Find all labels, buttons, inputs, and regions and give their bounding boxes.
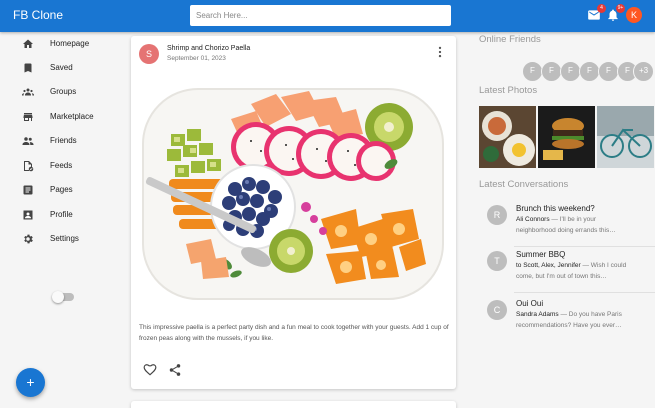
notifications-badge: 9+ xyxy=(616,4,625,13)
post-image xyxy=(131,79,456,309)
article-icon xyxy=(23,185,33,195)
latest-photo[interactable] xyxy=(597,106,654,168)
add-post-button[interactable]: + xyxy=(16,368,45,397)
feed-icon xyxy=(24,161,34,172)
photo-food xyxy=(479,106,536,168)
sidebar-item-profile[interactable]: Profile xyxy=(0,205,128,225)
conversation-item[interactable]: R Brunch this weekend? Ali Connors — I'l… xyxy=(479,202,655,247)
sidebar-item-homepage[interactable]: Homepage xyxy=(0,34,128,54)
photo-burger xyxy=(538,106,595,168)
online-friend-avatar[interactable]: F xyxy=(560,61,581,82)
online-friend-avatar[interactable]: F xyxy=(522,61,543,82)
sidebar-item-saved[interactable]: Saved xyxy=(0,58,128,78)
latest-photo[interactable] xyxy=(538,106,595,168)
online-friend-avatar[interactable]: F xyxy=(579,61,600,82)
online-friend-avatar[interactable]: F xyxy=(541,61,562,82)
sidebar-item-label: Profile xyxy=(50,210,73,219)
sidebar-item-label: Pages xyxy=(50,185,73,194)
mail-badge: 4 xyxy=(597,4,606,13)
sidebar-item-pages[interactable]: Pages xyxy=(0,180,128,200)
post-body: This impressive paella is a perfect part… xyxy=(139,324,449,342)
heart-outline-icon[interactable] xyxy=(143,363,157,377)
people-icon xyxy=(22,137,34,145)
online-friend-avatar[interactable]: F xyxy=(598,61,619,82)
more-vert-icon[interactable] xyxy=(433,45,447,59)
bookmark-icon xyxy=(24,63,32,73)
toggle-knob xyxy=(52,291,64,303)
online-friends-title: Online Friends xyxy=(479,34,541,45)
conversation-preview: Ali Connors — I'll be in your neighborho… xyxy=(516,215,636,236)
conversation-subject: Brunch this weekend? xyxy=(516,204,595,213)
conversation-item[interactable]: C Oui Oui Sandra Adams — Do you have Par… xyxy=(479,297,655,342)
app-bar: FB Clone 4 9+ K xyxy=(0,0,655,32)
store-icon xyxy=(23,113,33,121)
conversation-sender: to Scott, Alex, Jennifer xyxy=(516,262,581,269)
conversation-preview: to Scott, Alex, Jennifer — Wish I could … xyxy=(516,261,636,282)
sidebar-item-groups[interactable]: Groups xyxy=(0,82,128,102)
conversation-item[interactable]: T Summer BBQ to Scott, Alex, Jennifer — … xyxy=(479,248,655,293)
sidebar-item-settings[interactable]: Settings xyxy=(0,229,128,249)
sidebar-item-feeds[interactable]: Feeds xyxy=(0,156,128,176)
app-title[interactable]: FB Clone xyxy=(13,8,63,22)
notifications-button[interactable]: 9+ xyxy=(606,4,625,22)
search-input[interactable] xyxy=(190,5,451,26)
latest-photo[interactable] xyxy=(479,106,536,168)
divider xyxy=(514,292,655,293)
sidebar-item-label: Groups xyxy=(50,87,77,96)
conversation-avatar: T xyxy=(487,251,507,271)
sidebar-item-label: Feeds xyxy=(50,161,73,170)
gear-icon xyxy=(24,234,33,244)
online-friends-more[interactable]: +3 xyxy=(633,61,654,82)
post-card: S Shrimp and Chorizo Paella September 01… xyxy=(131,36,456,389)
post-avatar[interactable]: S xyxy=(139,44,159,64)
sidebar-item-label: Saved xyxy=(50,63,73,72)
sidebar-item-label: Friends xyxy=(50,136,77,145)
sidebar-item-label: Marketplace xyxy=(50,112,94,121)
dark-mode-toggle[interactable] xyxy=(52,291,74,303)
sidebar-item-marketplace[interactable]: Marketplace xyxy=(0,107,128,127)
divider xyxy=(514,246,655,247)
sidebar-item-label: Homepage xyxy=(50,39,90,48)
profile-icon xyxy=(23,210,33,220)
post-date: September 01, 2023 xyxy=(167,55,226,62)
moon-icon xyxy=(22,292,27,302)
photo-bicycle xyxy=(597,106,654,168)
conversation-avatar: C xyxy=(487,300,507,320)
sidebar-item-friends[interactable]: Friends xyxy=(0,131,128,151)
groups-icon xyxy=(22,88,34,96)
post-card xyxy=(131,401,456,408)
latest-photos-title: Latest Photos xyxy=(479,85,538,96)
user-avatar[interactable]: K xyxy=(626,7,642,23)
post-title: Shrimp and Chorizo Paella xyxy=(167,45,251,52)
home-icon xyxy=(23,39,33,48)
conversation-avatar: R xyxy=(487,205,507,225)
mail-button[interactable]: 4 xyxy=(587,4,606,22)
conversation-subject: Oui Oui xyxy=(516,299,544,308)
conversation-subject: Summer BBQ xyxy=(516,250,566,259)
sidebar-item-label: Settings xyxy=(50,234,79,243)
conversation-sender: Ali Connors xyxy=(516,216,550,223)
conversation-preview: Sandra Adams — Do you have Paris recomme… xyxy=(516,310,636,331)
conversation-sender: Sandra Adams xyxy=(516,311,559,318)
latest-conversations-title: Latest Conversations xyxy=(479,179,569,190)
share-icon[interactable] xyxy=(168,363,182,377)
